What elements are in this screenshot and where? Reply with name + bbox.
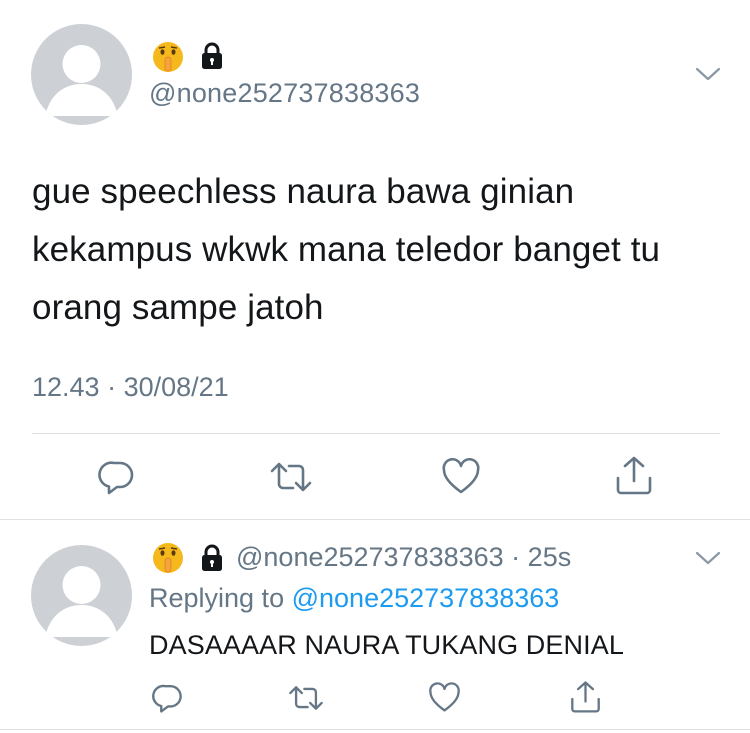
meta-separator: · bbox=[503, 542, 528, 572]
avatar[interactable] bbox=[31, 24, 132, 125]
meta-separator: · bbox=[99, 372, 124, 402]
tweet-time: 12.43 bbox=[32, 372, 100, 402]
like-icon[interactable] bbox=[441, 458, 481, 496]
chevron-down-icon[interactable] bbox=[694, 64, 722, 84]
shushing-face-emoji-icon bbox=[153, 543, 183, 573]
retweet-icon[interactable] bbox=[287, 682, 325, 714]
like-icon[interactable] bbox=[428, 682, 461, 714]
reply-icon[interactable] bbox=[98, 458, 136, 496]
divider bbox=[0, 729, 750, 730]
chevron-down-icon[interactable] bbox=[694, 548, 722, 568]
share-icon[interactable] bbox=[614, 454, 654, 496]
retweet-icon[interactable] bbox=[268, 458, 314, 496]
reply-header: @none252737838363 · 25s bbox=[236, 542, 571, 573]
lock-icon bbox=[202, 544, 222, 571]
tweet-timestamp[interactable]: 12.43 · 30/08/21 bbox=[32, 372, 229, 403]
lock-icon bbox=[202, 42, 222, 69]
reply-text: DASAAAAR NAURA TUKANG DENIAL bbox=[149, 630, 624, 660]
divider bbox=[0, 519, 750, 520]
avatar[interactable] bbox=[31, 545, 132, 646]
share-icon[interactable] bbox=[569, 679, 602, 714]
reply-age: 25s bbox=[527, 542, 572, 572]
shushing-face-emoji-icon bbox=[153, 42, 183, 72]
replying-to: Replying to @none252737838363 bbox=[149, 583, 559, 614]
divider bbox=[32, 433, 720, 434]
replying-to-label: Replying to bbox=[149, 583, 285, 613]
author-handle[interactable]: @none252737838363 bbox=[149, 78, 420, 109]
tweet-text: gue speechless naura bawa ginian kekampu… bbox=[32, 172, 661, 327]
tweet-date: 30/08/21 bbox=[123, 372, 229, 402]
mention-link[interactable]: @none252737838363 bbox=[292, 583, 560, 613]
reply-icon[interactable] bbox=[152, 682, 184, 714]
reply-author-handle[interactable]: @none252737838363 bbox=[236, 542, 504, 572]
